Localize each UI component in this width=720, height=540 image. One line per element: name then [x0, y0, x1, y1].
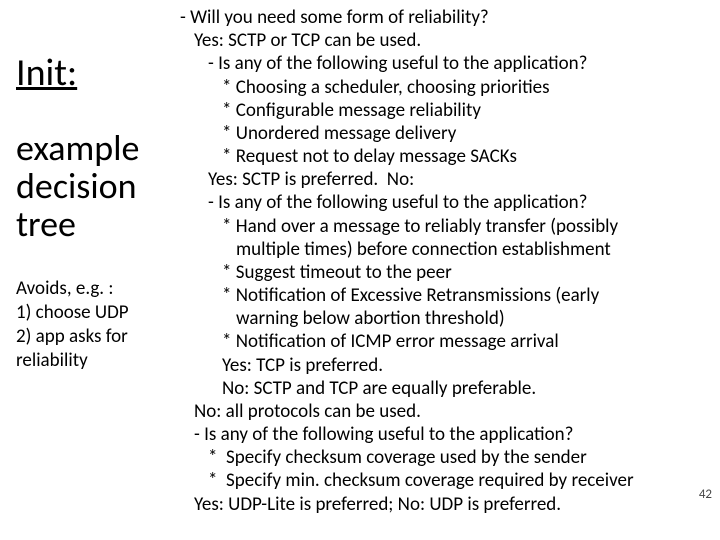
left-column: Init: example decision tree Avoids, e.g.…	[16, 54, 174, 372]
tree-line: * Choosing a scheduler, choosing priorit…	[180, 76, 704, 99]
tree-line: Yes: TCP is preferred.	[180, 354, 704, 377]
avoids-block: Avoids, e.g. : 1) choose UDP 2) app asks…	[16, 277, 174, 372]
tree-line: - Will you need some form of reliability…	[180, 6, 704, 29]
tree-line: * Configurable message reliability	[180, 99, 704, 122]
page-number: 42	[699, 487, 712, 502]
heading-init: Init:	[16, 54, 174, 92]
tree-line: warning below abortion threshold)	[180, 307, 704, 330]
avoids-line: 1) choose UDP	[16, 301, 174, 325]
tree-line: - Is any of the following useful to the …	[180, 52, 704, 75]
tree-line: Yes: UDP-Lite is preferred; No: UDP is p…	[180, 493, 704, 516]
tree-line: * Specify min. checksum coverage require…	[180, 469, 704, 492]
tree-line: * Notification of ICMP error message arr…	[180, 330, 704, 353]
avoids-line: Avoids, e.g. :	[16, 277, 174, 301]
heading-example: example decision tree	[16, 130, 174, 243]
tree-line: * Notification of Excessive Retransmissi…	[180, 284, 704, 307]
tree-line: - Is any of the following useful to the …	[180, 191, 704, 214]
avoids-line: reliability	[16, 349, 174, 373]
tree-line: No: SCTP and TCP are equally preferable.	[180, 377, 704, 400]
decision-tree-text: - Will you need some form of reliability…	[180, 6, 704, 516]
tree-line: Yes: SCTP or TCP can be used.	[180, 29, 704, 52]
tree-line: No: all protocols can be used.	[180, 400, 704, 423]
tree-line: * Hand over a message to reliably transf…	[180, 215, 704, 238]
tree-line: * Request not to delay message SACKs	[180, 145, 704, 168]
tree-line: multiple times) before connection establ…	[180, 238, 704, 261]
tree-line: * Suggest timeout to the peer	[180, 261, 704, 284]
tree-line: * Unordered message delivery	[180, 122, 704, 145]
tree-line: * Specify checksum coverage used by the …	[180, 446, 704, 469]
tree-line: - Is any of the following useful to the …	[180, 423, 704, 446]
tree-line: Yes: SCTP is preferred. No:	[180, 168, 704, 191]
avoids-line: 2) app asks for	[16, 325, 174, 349]
